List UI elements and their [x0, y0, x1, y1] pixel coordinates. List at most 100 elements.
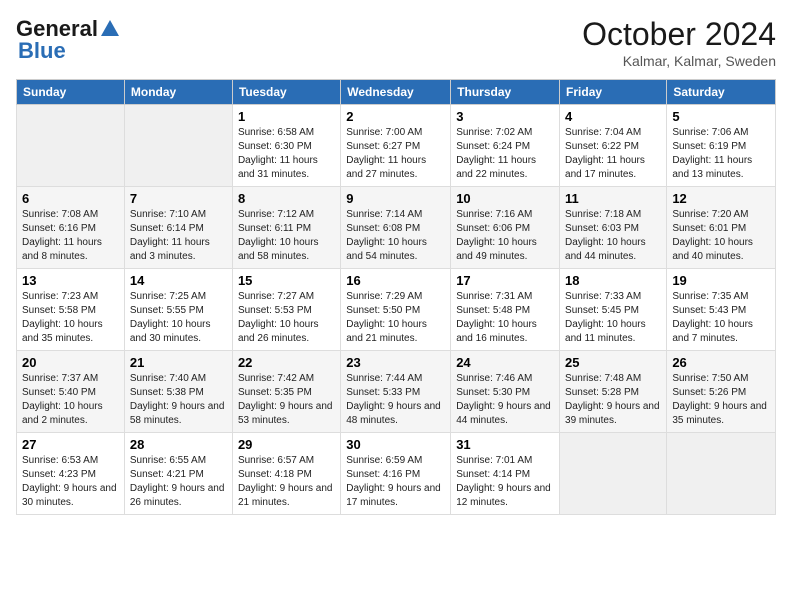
calendar-cell: 12 Sunrise: 7:20 AMSunset: 6:01 PMDayligh…: [667, 187, 776, 269]
day-number: 18: [565, 273, 661, 288]
cell-content: Sunrise: 7:27 AMSunset: 5:53 PMDaylight:…: [238, 290, 335, 346]
day-number: 2: [346, 109, 445, 124]
cell-content: Sunrise: 6:58 AMSunset: 6:30 PMDaylight:…: [238, 126, 335, 182]
calendar-cell: 23Sunrise: 7:44 AMSunset: 5:33 PMDayligh…: [341, 351, 451, 433]
calendar-cell: 17Sunrise: 7:31 AMSunset: 5:48 PMDayligh…: [451, 269, 560, 351]
calendar-cell: 22 Sunrise: 7:42 AMSunset: 5:35 PMDayligh…: [232, 351, 340, 433]
calendar-cell: 5 Sunrise: 7:06 AMSunset: 6:19 PMDaylight…: [667, 105, 776, 187]
cell-content: Sunrise: 7:33 AMSunset: 5:45 PMDaylight:…: [565, 290, 661, 346]
week-row-2: 6Sunrise: 7:08 AMSunset: 6:16 PMDaylight…: [17, 187, 776, 269]
cell-content: Sunrise: 7:48 AMSunset: 5:28 PMDaylight:…: [565, 372, 661, 428]
calendar-cell: 19 Sunrise: 7:35 AMSunset: 5:43 PMDayligh…: [667, 269, 776, 351]
cell-content: Sunrise: 7:25 AMSunset: 5:55 PMDaylight:…: [130, 290, 227, 346]
cell-content: Sunrise: 7:37 AMSunset: 5:40 PMDaylight:…: [22, 372, 119, 428]
calendar-cell: [124, 105, 232, 187]
logo: General Blue: [16, 16, 122, 64]
cell-content: Sunrise: 7:10 AMSunset: 6:14 PMDaylight:…: [130, 208, 227, 264]
calendar-table: SundayMondayTuesdayWednesdayThursdayFrid…: [16, 79, 776, 515]
calendar-cell: 29 Sunrise: 6:57 AMSunset: 4:18 PMDayligh…: [232, 433, 340, 515]
day-number: 9: [346, 191, 445, 206]
day-number: 13: [22, 273, 119, 288]
calendar-cell: [17, 105, 125, 187]
day-number: 5: [672, 109, 770, 124]
calendar-cell: 9 Sunrise: 7:14 AMSunset: 6:08 PMDaylight…: [341, 187, 451, 269]
cell-content: Sunrise: 7:23 AMSunset: 5:58 PMDaylight:…: [22, 290, 119, 346]
header-monday: Monday: [124, 80, 232, 105]
day-number: 17: [456, 273, 554, 288]
calendar-cell: 11 Sunrise: 7:18 AMSunset: 6:03 PMDayligh…: [560, 187, 667, 269]
month-title: October 2024: [582, 16, 776, 53]
week-row-5: 27Sunrise: 6:53 AMSunset: 4:23 PMDayligh…: [17, 433, 776, 515]
page-header: General Blue October 2024 Kalmar, Kalmar…: [16, 16, 776, 69]
logo-icon: [99, 18, 121, 40]
calendar-cell: [667, 433, 776, 515]
day-number: 16: [346, 273, 445, 288]
day-number: 22: [238, 355, 335, 370]
cell-content: Sunrise: 7:29 AMSunset: 5:50 PMDaylight:…: [346, 290, 445, 346]
day-number: 12: [672, 191, 770, 206]
header-thursday: Thursday: [451, 80, 560, 105]
day-number: 21: [130, 355, 227, 370]
day-number: 24: [456, 355, 554, 370]
calendar-cell: 30 Sunrise: 6:59 AMSunset: 4:16 PMDayligh…: [341, 433, 451, 515]
day-number: 30: [346, 437, 445, 452]
cell-content: Sunrise: 6:53 AMSunset: 4:23 PMDaylight:…: [22, 454, 119, 510]
calendar-cell: 27Sunrise: 6:53 AMSunset: 4:23 PMDayligh…: [17, 433, 125, 515]
calendar-cell: 2 Sunrise: 7:00 AMSunset: 6:27 PMDaylight…: [341, 105, 451, 187]
cell-content: Sunrise: 7:46 AMSunset: 5:30 PMDaylight:…: [456, 372, 554, 428]
header-friday: Friday: [560, 80, 667, 105]
cell-content: Sunrise: 7:35 AMSunset: 5:43 PMDaylight:…: [672, 290, 770, 346]
cell-content: Sunrise: 7:50 AMSunset: 5:26 PMDaylight:…: [672, 372, 770, 428]
cell-content: Sunrise: 7:20 AMSunset: 6:01 PMDaylight:…: [672, 208, 770, 264]
day-number: 26: [672, 355, 770, 370]
calendar-cell: 10Sunrise: 7:16 AMSunset: 6:06 PMDayligh…: [451, 187, 560, 269]
cell-content: Sunrise: 6:59 AMSunset: 4:16 PMDaylight:…: [346, 454, 445, 510]
calendar-cell: 7Sunrise: 7:10 AMSunset: 6:14 PMDaylight…: [124, 187, 232, 269]
cell-content: Sunrise: 7:14 AMSunset: 6:08 PMDaylight:…: [346, 208, 445, 264]
calendar-cell: 3Sunrise: 7:02 AMSunset: 6:24 PMDaylight…: [451, 105, 560, 187]
logo-blue: Blue: [18, 38, 66, 64]
week-row-1: 1 Sunrise: 6:58 AMSunset: 6:30 PMDaylight…: [17, 105, 776, 187]
day-number: 28: [130, 437, 227, 452]
calendar-cell: 4Sunrise: 7:04 AMSunset: 6:22 PMDaylight…: [560, 105, 667, 187]
calendar-cell: 14 Sunrise: 7:25 AMSunset: 5:55 PMDayligh…: [124, 269, 232, 351]
calendar-cell: 21 Sunrise: 7:40 AMSunset: 5:38 PMDayligh…: [124, 351, 232, 433]
cell-content: Sunrise: 7:12 AMSunset: 6:11 PMDaylight:…: [238, 208, 335, 264]
cell-content: Sunrise: 6:57 AMSunset: 4:18 PMDaylight:…: [238, 454, 335, 510]
location: Kalmar, Kalmar, Sweden: [582, 53, 776, 69]
day-number: 14: [130, 273, 227, 288]
title-block: October 2024 Kalmar, Kalmar, Sweden: [582, 16, 776, 69]
calendar-cell: 1 Sunrise: 6:58 AMSunset: 6:30 PMDaylight…: [232, 105, 340, 187]
cell-content: Sunrise: 7:00 AMSunset: 6:27 PMDaylight:…: [346, 126, 445, 182]
calendar-cell: 26 Sunrise: 7:50 AMSunset: 5:26 PMDayligh…: [667, 351, 776, 433]
day-number: 3: [456, 109, 554, 124]
calendar-cell: 18 Sunrise: 7:33 AMSunset: 5:45 PMDayligh…: [560, 269, 667, 351]
day-number: 1: [238, 109, 335, 124]
calendar-cell: 13 Sunrise: 7:23 AMSunset: 5:58 PMDayligh…: [17, 269, 125, 351]
calendar-cell: 6Sunrise: 7:08 AMSunset: 6:16 PMDaylight…: [17, 187, 125, 269]
calendar-cell: 24 Sunrise: 7:46 AMSunset: 5:30 PMDayligh…: [451, 351, 560, 433]
calendar-cell: [560, 433, 667, 515]
cell-content: Sunrise: 7:06 AMSunset: 6:19 PMDaylight:…: [672, 126, 770, 182]
day-number: 25: [565, 355, 661, 370]
cell-content: Sunrise: 7:40 AMSunset: 5:38 PMDaylight:…: [130, 372, 227, 428]
calendar-cell: 25 Sunrise: 7:48 AMSunset: 5:28 PMDayligh…: [560, 351, 667, 433]
header-saturday: Saturday: [667, 80, 776, 105]
week-row-4: 20Sunrise: 7:37 AMSunset: 5:40 PMDayligh…: [17, 351, 776, 433]
calendar-cell: 16 Sunrise: 7:29 AMSunset: 5:50 PMDayligh…: [341, 269, 451, 351]
day-number: 15: [238, 273, 335, 288]
day-number: 11: [565, 191, 661, 206]
calendar-cell: 31Sunrise: 7:01 AMSunset: 4:14 PMDayligh…: [451, 433, 560, 515]
cell-content: Sunrise: 7:44 AMSunset: 5:33 PMDaylight:…: [346, 372, 445, 428]
day-number: 6: [22, 191, 119, 206]
day-number: 10: [456, 191, 554, 206]
cell-content: Sunrise: 7:18 AMSunset: 6:03 PMDaylight:…: [565, 208, 661, 264]
cell-content: Sunrise: 7:01 AMSunset: 4:14 PMDaylight:…: [456, 454, 554, 510]
day-number: 19: [672, 273, 770, 288]
day-number: 29: [238, 437, 335, 452]
cell-content: Sunrise: 7:42 AMSunset: 5:35 PMDaylight:…: [238, 372, 335, 428]
calendar-cell: 28Sunrise: 6:55 AMSunset: 4:21 PMDayligh…: [124, 433, 232, 515]
week-row-3: 13 Sunrise: 7:23 AMSunset: 5:58 PMDayligh…: [17, 269, 776, 351]
header-sunday: Sunday: [17, 80, 125, 105]
calendar-cell: 8Sunrise: 7:12 AMSunset: 6:11 PMDaylight…: [232, 187, 340, 269]
